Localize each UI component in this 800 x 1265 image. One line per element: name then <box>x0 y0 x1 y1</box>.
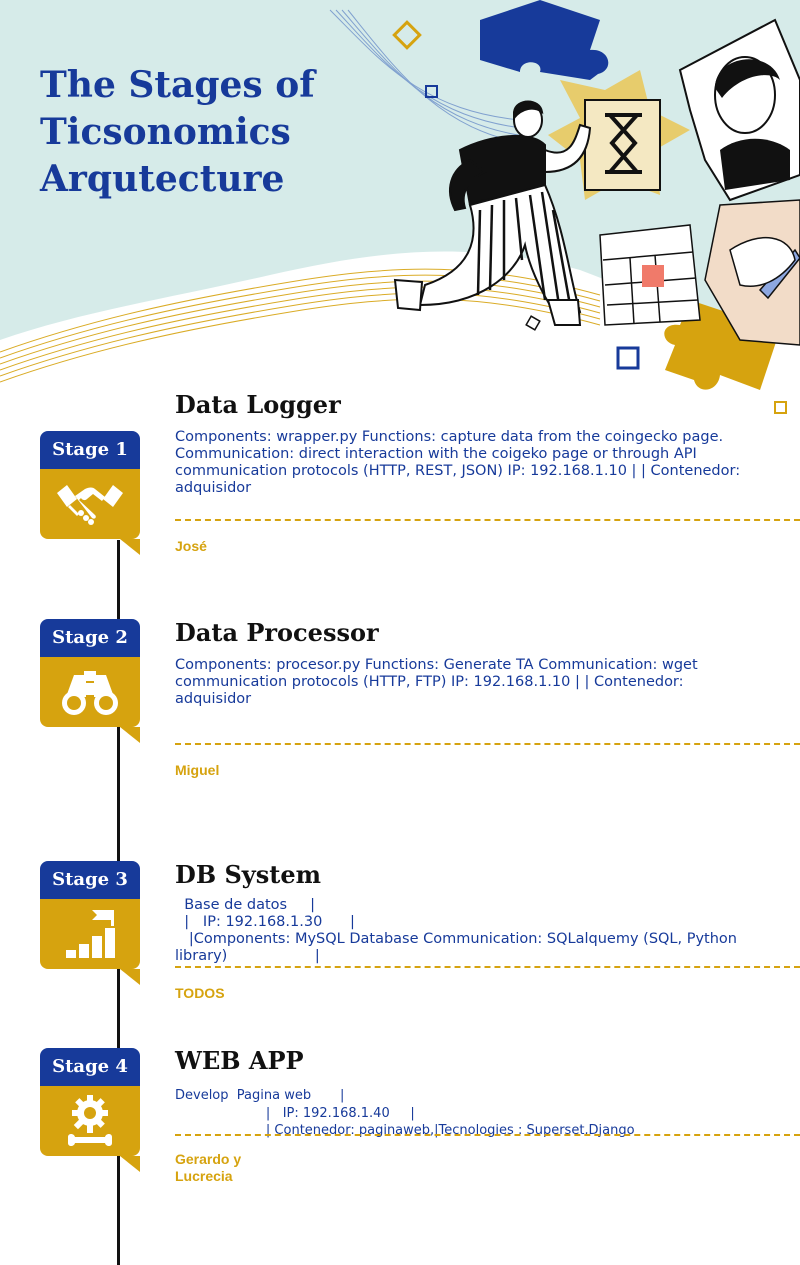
stage-1-badge-tail <box>120 539 140 555</box>
stage-4-divider <box>175 1134 800 1136</box>
stage-3-owner: TODOS <box>175 985 295 1002</box>
confetti-square-gold-small <box>774 401 787 414</box>
stage-3-description-line: |Components: MySQL Database Communicatio… <box>175 931 737 947</box>
stage-4-description-line: | Contenedor: paginaweb,|Tecnologies : S… <box>175 1123 635 1138</box>
stage-2-icon-box <box>40 657 140 727</box>
stage-2-owner: Miguel <box>175 762 295 779</box>
stage-4-owner-line: Gerardo y <box>175 1151 242 1167</box>
stage-1-description-line: Communication: direct interaction with t… <box>175 446 697 462</box>
stage-4-badge-tail <box>120 1156 140 1172</box>
page-title-line-3: Arqutecture <box>40 158 285 200</box>
stage-4-owner-line: Lucrecia <box>175 1168 233 1184</box>
calendar-card <box>599 224 701 326</box>
confetti-square-blue-large <box>616 346 640 370</box>
stage-4-description-line: | IP: 192.168.1.40 | <box>175 1105 415 1121</box>
stage-3-description-line: library) | <box>175 948 320 964</box>
handshake-icon <box>57 485 123 525</box>
stage-3-title: DB System <box>175 860 321 889</box>
stage-2-owner-line: Miguel <box>175 762 220 778</box>
person-shoe-left <box>393 278 424 312</box>
stage-1-label: Stage 1 <box>40 431 140 469</box>
page-title-line-1: The Stages of <box>40 64 315 106</box>
stage-4-icon-box <box>40 1086 140 1156</box>
stage-3-badge: Stage 3 <box>40 861 140 985</box>
stage-2-badge: Stage 2 <box>40 619 140 743</box>
stage-4-owner: Gerardo y Lucrecia <box>175 1151 295 1185</box>
page-title-line-2: Ticsonomics <box>40 111 291 153</box>
binoculars-icon <box>62 671 118 715</box>
confetti-square-outline <box>525 315 541 331</box>
stage-4-badge: Stage 4 <box>40 1048 140 1172</box>
stage-4-label: Stage 4 <box>40 1048 140 1086</box>
stage-3-divider <box>175 966 800 968</box>
person-shoe-right <box>546 299 582 326</box>
stage-4-description: Develop Pagina web | | IP: 192.168.1.40 … <box>175 1087 775 1140</box>
stage-2-description-line: communication protocols (HTTP, FTP) IP: … <box>175 674 684 690</box>
stage-1-title: Data Logger <box>175 390 341 419</box>
stage-2-description: Components: procesor.py Functions: Gener… <box>175 657 775 708</box>
stage-3-icon-box <box>40 899 140 969</box>
stage-3-badge-tail <box>120 969 140 985</box>
stage-2-badge-tail <box>120 727 140 743</box>
stage-3-owner-line: TODOS <box>175 985 225 1001</box>
stage-1-description-line: adquisidor <box>175 480 252 496</box>
page-title: The Stages of Ticsonomics Arqutecture <box>40 62 370 203</box>
stage-1-divider <box>175 519 800 521</box>
stage-3-description-line: Base de datos | <box>175 897 316 913</box>
stage-2-description-line: Components: procesor.py Functions: Gener… <box>175 657 698 673</box>
growth-chart-flag-icon <box>66 910 115 958</box>
stage-1-icon-box <box>40 469 140 539</box>
stage-3-description-line: | IP: 192.168.1.30 | <box>175 914 355 930</box>
stage-3-description: Base de datos | | IP: 192.168.1.30 | |Co… <box>175 897 775 965</box>
stage-1-description-line: Components: wrapper.py Functions: captur… <box>175 429 724 445</box>
stage-1-owner: José <box>175 538 295 555</box>
stage-2-label: Stage 2 <box>40 619 140 657</box>
gear-wrench-icon <box>68 1095 112 1146</box>
stage-4-title: WEB APP <box>175 1046 304 1075</box>
stage-1-description-line: communication protocols (HTTP, REST, JSO… <box>175 463 741 479</box>
stage-2-divider <box>175 743 800 745</box>
stage-2-description-line: adquisidor <box>175 691 252 707</box>
stage-4-description-line: Develop Pagina web | <box>175 1088 345 1103</box>
stage-2-title: Data Processor <box>175 618 379 647</box>
stage-1-owner-line: José <box>175 538 207 554</box>
stage-3-label: Stage 3 <box>40 861 140 899</box>
stage-1-badge: Stage 1 <box>40 431 140 555</box>
stage-1-description: Components: wrapper.py Functions: captur… <box>175 429 775 497</box>
